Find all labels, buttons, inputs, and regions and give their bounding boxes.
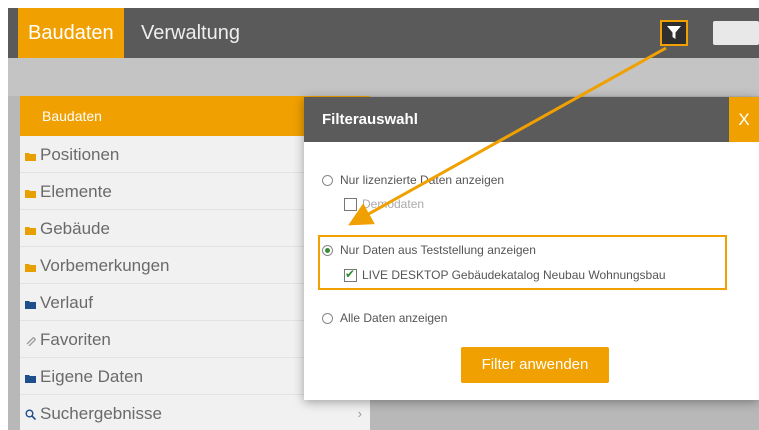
option-licensed[interactable]: Nur lizenzierte Daten anzeigen (322, 173, 504, 187)
radio-all[interactable] (322, 313, 333, 325)
toolbar-strip (8, 58, 759, 96)
option-all[interactable]: Alle Daten anzeigen (322, 311, 447, 325)
chevron-right-icon: › (357, 406, 362, 421)
sidebar-item-label: Verlauf (40, 293, 93, 312)
app-frame: Baudaten Verwaltung Baudaten Positionen … (8, 8, 759, 430)
paperclip-icon (25, 322, 37, 359)
dialog-title: Filterauswahl (322, 111, 418, 128)
search-icon (25, 396, 37, 430)
folder-icon (25, 174, 37, 211)
option-label: Nur lizenzierte Daten anzeigen (340, 173, 505, 187)
folder-icon (25, 359, 37, 396)
filter-button[interactable] (660, 20, 688, 46)
radio-licensed[interactable] (322, 175, 333, 187)
option-teststellung[interactable]: Nur Daten aus Teststellung anzeigen (322, 243, 536, 257)
checkbox-demodaten[interactable] (344, 198, 357, 212)
sidebar-item-suchergebnisse[interactable]: Suchergebnisse › (20, 395, 370, 430)
folder-icon (25, 137, 37, 174)
filter-dialog: Filterauswahl X Nur lizenzierte Daten an… (304, 97, 759, 400)
sidebar-item-label: Favoriten (40, 330, 111, 349)
checkbox-label: LIVE DESKTOP Gebäudekatalog Neubau Wohnu… (362, 268, 666, 282)
sidebar-item-label: Gebäude (40, 219, 110, 238)
dialog-header: Filterauswahl X (304, 97, 759, 142)
top-bar: Baudaten Verwaltung (8, 8, 759, 58)
search-input[interactable] (713, 21, 759, 45)
folder-icon (25, 248, 37, 285)
radio-teststellung[interactable] (322, 245, 333, 257)
folder-icon (25, 211, 37, 248)
checkbox-demodaten-row[interactable]: Demodaten (344, 197, 425, 212)
folder-icon (25, 285, 37, 322)
apply-filter-button[interactable]: Filter anwenden (461, 347, 609, 383)
tab-verwaltung[interactable]: Verwaltung (131, 8, 250, 58)
tab-baudaten[interactable]: Baudaten (18, 8, 124, 58)
checkbox-live-desktop[interactable] (344, 267, 357, 283)
option-label: Nur Daten aus Teststellung anzeigen (340, 243, 536, 257)
filter-funnel-icon (667, 26, 681, 39)
checkbox-live-desktop-row[interactable]: LIVE DESKTOP Gebäudekatalog Neubau Wohnu… (344, 267, 666, 283)
sidebar-item-label: Elemente (40, 182, 112, 201)
sidebar-item-label: Suchergebnisse (40, 404, 162, 423)
sidebar-item-label: Vorbemerkungen (40, 256, 170, 275)
sidebar-item-label: Positionen (40, 145, 120, 164)
sidebar-item-label: Eigene Daten (40, 367, 144, 386)
option-label: Alle Daten anzeigen (340, 311, 448, 325)
close-button[interactable]: X (729, 97, 759, 142)
checkbox-label: Demodaten (362, 197, 425, 211)
